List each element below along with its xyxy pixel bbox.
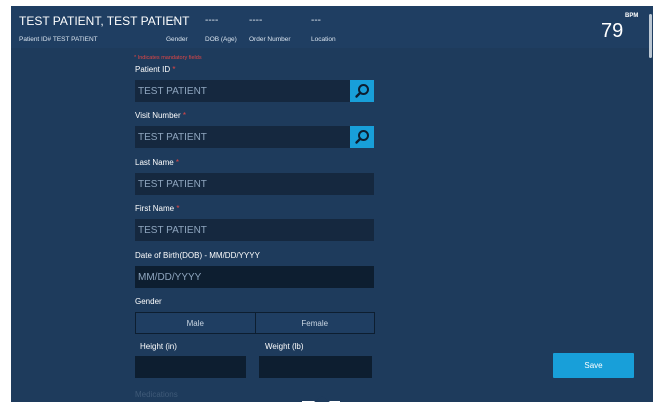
- weight-input[interactable]: [259, 356, 372, 378]
- medications-label: Medications: [135, 390, 178, 399]
- dob-field-label: Date of Birth(DOB) - MM/DD/YYYY: [135, 251, 260, 260]
- bpm-label: BPM: [625, 13, 639, 19]
- gender-value: ----: [166, 15, 180, 26]
- first-name-input[interactable]: [135, 219, 374, 241]
- last-name-label-text: Last Name: [135, 158, 174, 167]
- patient-id-input[interactable]: [135, 80, 350, 102]
- visit-number-field-label: Visit Number *: [135, 111, 186, 120]
- gender-female-option[interactable]: Female: [254, 313, 375, 333]
- weight-field-label: Weight (lb): [265, 342, 304, 351]
- order-number-label: Order Number: [249, 36, 291, 43]
- registration-screen: TEST PATIENT, TEST PATIENT Patient ID# T…: [11, 6, 653, 402]
- gender-field-label: Gender: [135, 297, 162, 306]
- last-name-input[interactable]: [135, 173, 374, 195]
- first-name-field-label: First Name *: [135, 204, 179, 213]
- required-star: *: [175, 158, 180, 167]
- visit-number-search-button[interactable]: [350, 126, 374, 148]
- first-name-label-text: First Name: [135, 204, 175, 213]
- patient-header: TEST PATIENT, TEST PATIENT Patient ID# T…: [11, 6, 653, 48]
- height-field-label: Height (in): [140, 342, 177, 351]
- patient-id-search-button[interactable]: [350, 80, 374, 102]
- required-star: *: [182, 111, 187, 120]
- save-button[interactable]: Save: [553, 353, 634, 378]
- dob-input[interactable]: [135, 266, 374, 288]
- bpm-value: 79: [601, 20, 624, 42]
- location-value: ---: [311, 15, 321, 26]
- required-fields-note: * Indicates mandatory fields: [134, 55, 202, 61]
- required-star: *: [176, 204, 180, 213]
- search-icon: [355, 84, 369, 98]
- visit-number-input[interactable]: [135, 126, 350, 148]
- scrollbar[interactable]: [649, 14, 652, 58]
- patient-id-label-text: Patient ID: [135, 65, 171, 74]
- search-icon: [355, 130, 369, 144]
- patient-id-field-label: Patient ID *: [135, 65, 176, 74]
- patient-id-label: Patient ID# TEST PATIENT: [19, 36, 98, 43]
- order-number-value: ----: [249, 15, 263, 26]
- patient-name: TEST PATIENT, TEST PATIENT: [19, 14, 190, 28]
- bottom-tab-arrow[interactable]: [314, 396, 330, 402]
- visit-number-label-text: Visit Number: [135, 111, 181, 120]
- gender-selector: Male Female: [135, 312, 375, 334]
- dob-label: DOB (Age): [205, 36, 237, 43]
- location-label: Location: [311, 36, 336, 43]
- required-star: *: [172, 65, 176, 74]
- height-input[interactable]: [135, 356, 246, 378]
- last-name-field-label: Last Name *: [135, 158, 179, 167]
- gender-male-option[interactable]: Male: [136, 313, 255, 333]
- gender-label: Gender: [166, 36, 188, 43]
- dob-value: ----: [205, 15, 219, 26]
